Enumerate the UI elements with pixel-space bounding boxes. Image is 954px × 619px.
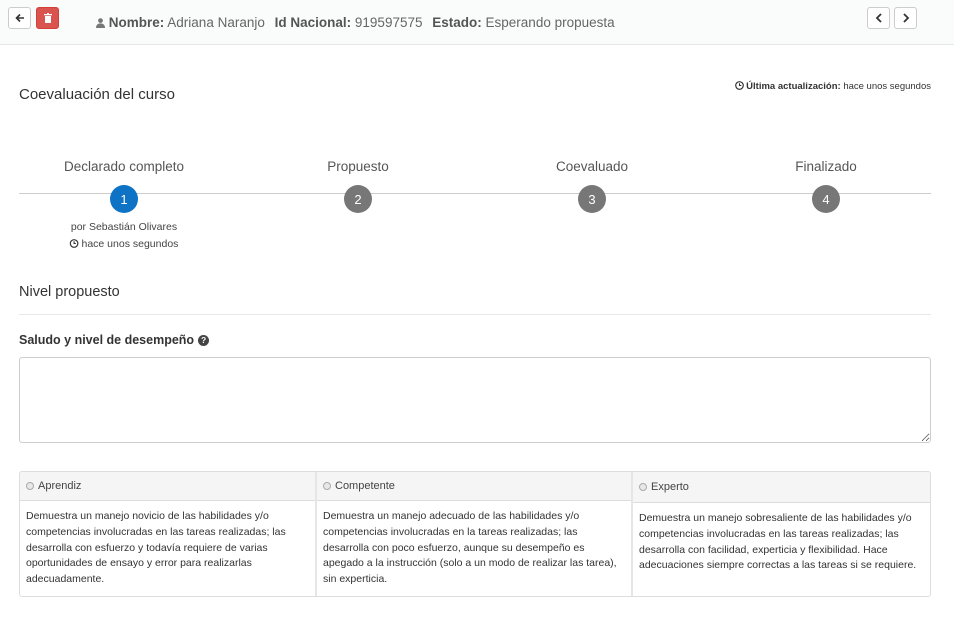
step-label-2: Propuesto (327, 159, 389, 174)
levels-table: Aprendiz Demuestra un manejo novicio de … (19, 471, 931, 597)
estado-label: Estado: (432, 15, 482, 30)
last-updated: Última actualización: hace unos segundos (734, 81, 931, 92)
level-option-experto[interactable]: Experto (633, 472, 930, 503)
chevron-right-icon (902, 13, 909, 23)
radio-experto[interactable] (639, 483, 647, 491)
trash-icon (43, 13, 52, 23)
top-bar: Nombre: Adriana Naranjo Id Nacional: 919… (0, 0, 954, 45)
level-column-experto: Experto Demuestra un manejo sobresalient… (633, 472, 930, 596)
step-circle-1: 1 (110, 185, 138, 213)
level-name: Aprendiz (38, 480, 82, 492)
step-circle-4: 4 (812, 185, 840, 213)
clock-icon (69, 239, 79, 248)
radio-competente[interactable] (323, 482, 331, 490)
last-updated-value: hace unos segundos (843, 81, 931, 92)
step-label-4: Finalizado (795, 159, 857, 174)
level-option-competente[interactable]: Competente (317, 472, 631, 502)
step-time: hace unos segundos (69, 236, 179, 253)
arrow-left-icon (14, 13, 24, 23)
question-icon[interactable]: ? (198, 334, 210, 346)
user-icon (96, 18, 105, 28)
divider (19, 314, 931, 315)
level-description: Demuestra un manejo adecuado de las habi… (323, 510, 617, 586)
field-label-saludo: Saludo y nivel de desempeño ? (19, 333, 210, 347)
radio-aprendiz[interactable] (26, 482, 34, 490)
estado-value: Esperando propuesta (485, 15, 615, 30)
level-option-aprendiz[interactable]: Aprendiz (20, 472, 315, 502)
step-circle-3: 3 (578, 185, 606, 213)
delete-button[interactable] (36, 7, 59, 29)
step-label-3: Coevaluado (555, 159, 629, 174)
student-info: Nombre: Adriana Naranjo Id Nacional: 919… (96, 15, 615, 30)
id-value: 919597575 (354, 15, 423, 30)
level-description: Demuestra un manejo sobresaliente de las… (639, 512, 917, 572)
level-column-aprendiz: Aprendiz Demuestra un manejo novicio de … (20, 472, 317, 596)
level-name: Experto (651, 481, 689, 493)
id-label: Id Nacional: (274, 15, 352, 30)
back-button[interactable] (8, 7, 31, 29)
last-updated-label: Última actualización: (746, 81, 841, 92)
saludo-textarea[interactable] (19, 357, 931, 443)
field-label-text: Saludo y nivel de desempeño (19, 333, 195, 347)
clock-icon (734, 81, 744, 90)
step-time-value: hace unos segundos (81, 238, 179, 250)
step-label-1: Declarado completo (63, 159, 185, 174)
step-1-meta: por Sebastián Olivares hace unos segundo… (69, 219, 179, 253)
nombre-label: Nombre: (108, 15, 165, 30)
stepper-line (19, 193, 931, 194)
next-button[interactable] (894, 7, 917, 29)
chevron-left-icon (875, 13, 882, 23)
level-name: Competente (335, 480, 395, 492)
level-column-competente: Competente Demuestra un manejo adecuado … (317, 472, 633, 596)
page-title: Coevaluación del curso (19, 86, 175, 103)
nombre-value: Adriana Naranjo (167, 15, 265, 30)
level-description: Demuestra un manejo novicio de las habil… (26, 510, 286, 586)
section-title-nivel: Nivel propuesto (19, 284, 120, 300)
step-circle-2: 2 (344, 185, 372, 213)
step-author: por Sebastián Olivares (70, 221, 178, 233)
previous-button[interactable] (867, 7, 890, 29)
